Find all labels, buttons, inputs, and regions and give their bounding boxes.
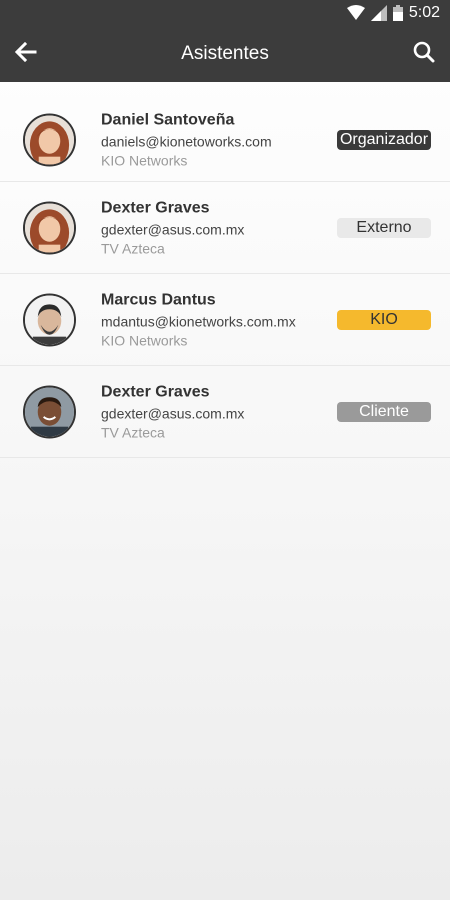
attendee-name: Dexter Graves bbox=[101, 383, 210, 400]
attendee-row[interactable]: Marcus Dantus mdantus@kionetworks.com.mx… bbox=[0, 274, 450, 366]
avatar bbox=[23, 385, 76, 438]
attendee-company: TV Azteca bbox=[101, 240, 165, 256]
avatar bbox=[23, 113, 76, 166]
role-badge: Organizador bbox=[337, 129, 431, 150]
attendee-row[interactable]: Daniel Santoveña daniels@kionetoworks.co… bbox=[0, 98, 450, 182]
wifi-icon bbox=[346, 5, 365, 21]
attendee-company: TV Azteca bbox=[101, 424, 165, 440]
role-badge: Externo bbox=[337, 217, 431, 238]
attendee-company: KIO Networks bbox=[101, 152, 188, 168]
attendee-email: gdexter@asus.com.mx bbox=[101, 221, 245, 237]
arrow-left-icon bbox=[14, 41, 37, 67]
status-bar: 5:02 bbox=[0, 0, 450, 26]
attendee-email: gdexter@asus.com.mx bbox=[101, 405, 245, 421]
app-bar: Asistentes bbox=[0, 26, 450, 82]
attendee-row[interactable]: Dexter Graves gdexter@asus.com.mx TV Azt… bbox=[0, 366, 450, 458]
status-time: 5:02 bbox=[408, 4, 440, 21]
role-badge: Cliente bbox=[337, 401, 431, 422]
attendee-name: Marcus Dantus bbox=[101, 291, 216, 308]
attendee-row[interactable]: Dexter Graves gdexter@asus.com.mx TV Azt… bbox=[0, 182, 450, 274]
page-title: Asistentes bbox=[181, 43, 269, 64]
attendee-name: Dexter Graves bbox=[101, 199, 210, 216]
attendee-company: KIO Networks bbox=[101, 332, 188, 348]
role-badge: KIO bbox=[337, 309, 431, 330]
avatar bbox=[23, 201, 76, 254]
back-button[interactable] bbox=[12, 40, 40, 68]
attendee-email: daniels@kionetoworks.com bbox=[101, 133, 272, 149]
avatar bbox=[23, 293, 76, 346]
search-button[interactable] bbox=[410, 40, 438, 68]
attendee-name: Daniel Santoveña bbox=[101, 111, 235, 128]
attendee-list: Daniel Santoveña daniels@kionetoworks.co… bbox=[0, 98, 450, 458]
attendee-email: mdantus@kionetworks.com.mx bbox=[101, 313, 296, 329]
battery-icon bbox=[392, 5, 403, 21]
signal-icon bbox=[370, 5, 387, 21]
search-icon bbox=[413, 41, 435, 68]
